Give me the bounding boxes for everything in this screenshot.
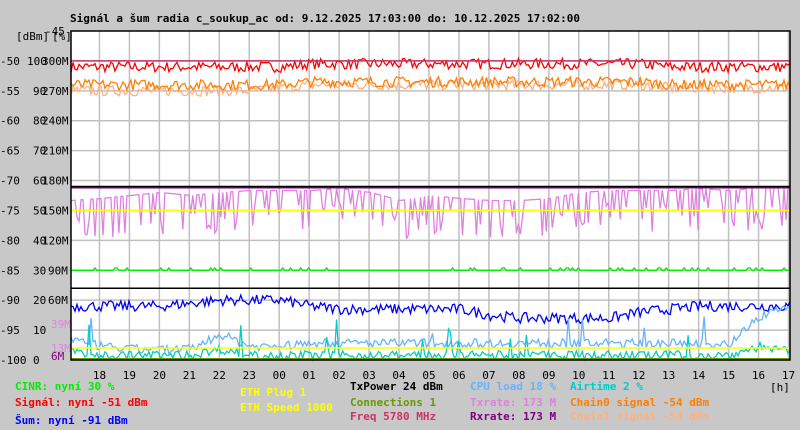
x-tick-label: 17 — [782, 369, 795, 382]
y-tick-dbm: -100 — [0, 354, 27, 367]
y-tick-dbm: -65 — [0, 145, 20, 158]
legend: CINR: nyní 30 % Signál: nyní -51 dBm Šum: … — [15, 380, 709, 427]
x-tick-label: 13 — [662, 369, 675, 382]
x-tick-label: 06 — [452, 369, 465, 382]
legend-item: Chain0 signal -54 dBm — [570, 396, 709, 409]
legend-item: Connections 1 — [350, 396, 436, 409]
legend-item: ETH Plug 1 — [240, 386, 307, 399]
legend-item: TxPower 24 dBm — [350, 380, 443, 393]
x-tick-label: 21 — [183, 369, 196, 382]
y-tick-dbm: -90 — [0, 294, 20, 307]
x-tick-label: 16 — [752, 369, 765, 382]
hours-unit-label: [h] — [770, 381, 790, 394]
legend-item: Signál: nyní -51 dBm — [15, 396, 148, 409]
y-tick-pct: 20 — [33, 294, 46, 307]
y-tick-pct: 10 — [33, 324, 46, 337]
y-tick-rate: 180M — [42, 175, 69, 188]
x-tick-label: 02 — [333, 369, 346, 382]
y-tick-dbm: -85 — [0, 264, 20, 277]
x-tick-label: 19 — [123, 369, 136, 382]
y-tick-dbm: -70 — [0, 175, 20, 188]
x-tick-label: 15 — [722, 369, 735, 382]
legend-item: Freq 5780 MHz — [350, 410, 436, 423]
chart-title: Signál a šum radia c_soukup_ac od: 9.12.… — [70, 12, 580, 25]
y-tick-dbm: -80 — [0, 234, 20, 247]
pct-unit-label: [%] — [52, 30, 72, 43]
y-tick-rate: 300M — [42, 55, 69, 68]
y-tick-dbm: -55 — [0, 85, 20, 98]
y-tick-rate: 150M — [42, 204, 69, 217]
dbm-unit-label: [dBm] — [16, 30, 49, 43]
signal-noise-chart: Signál a šum radia c_soukup_ac od: 9.12.… — [0, 12, 795, 427]
y-tick-pct: 0 — [33, 354, 40, 367]
x-tick-label: 20 — [153, 369, 166, 382]
y-tick-rate: 90M — [48, 264, 68, 277]
y-extra-rate-label: 39M — [51, 318, 71, 331]
x-tick-label: 22 — [213, 369, 226, 382]
legend-item: Šum: nyní -91 dBm — [15, 414, 128, 427]
legend-item: ETH Speed 1000 — [240, 401, 333, 414]
y-tick-rate: 270M — [42, 85, 69, 98]
chart-window: Signál a šum radia c_soukup_ac od: 9.12.… — [0, 0, 800, 430]
x-tick-label: 14 — [692, 369, 706, 382]
y-tick-dbm: -60 — [0, 115, 20, 128]
x-tick-label: 01 — [303, 369, 316, 382]
x-tick-label: 23 — [243, 369, 256, 382]
y-tick-pct: 30 — [33, 264, 46, 277]
y-tick-rate: 210M — [42, 145, 69, 158]
y-tick-rate: 60M — [48, 294, 68, 307]
legend-item: Rxrate: 173 M — [470, 410, 556, 423]
y-tick-dbm: -50 — [0, 55, 20, 68]
y-tick-dbm: -95 — [0, 324, 20, 337]
legend-item: Airtime 2 % — [570, 380, 643, 393]
y-tick-rate: 120M — [42, 234, 69, 247]
y-extra-rate-label: 6M — [51, 350, 65, 363]
legend-item: CPU load 18 % — [470, 380, 556, 393]
legend-item: Txrate: 173 M — [470, 396, 556, 409]
y-tick-rate: 240M — [42, 115, 69, 128]
legend-item: CINR: nyní 30 % — [15, 380, 115, 393]
y-tick-dbm: -75 — [0, 204, 20, 217]
x-tick-label: 00 — [273, 369, 286, 382]
legend-item: Chain1 signal -54 dBm — [570, 410, 709, 423]
